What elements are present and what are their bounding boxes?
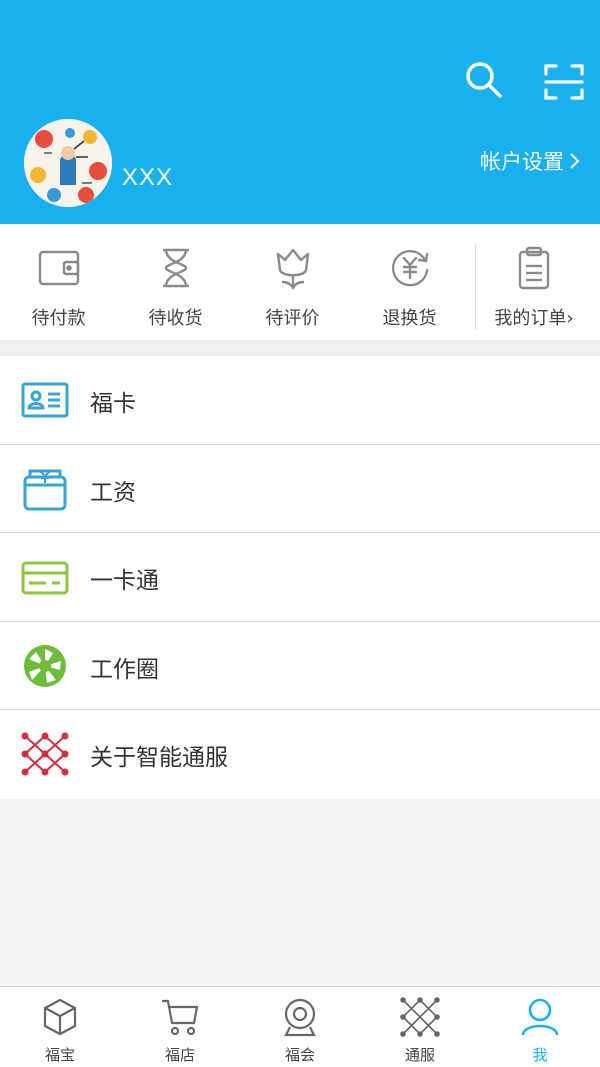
chevron-right-icon: › [566, 308, 574, 329]
order-returns[interactable]: 退换货 [351, 224, 468, 340]
network-icon [21, 732, 69, 776]
id-card-icon [21, 382, 69, 418]
my-orders-link[interactable]: 我的订单› [468, 224, 600, 340]
order-pending-review[interactable]: 待评价 [234, 224, 351, 340]
order-label: 待收货 [148, 308, 203, 329]
tab-fuhui[interactable]: 福会 [240, 987, 360, 1067]
tab-tongfu[interactable]: 通服 [360, 987, 480, 1067]
menu-list: 福卡 工资 一卡通 工作圈 关于智能通服 [0, 356, 600, 799]
avatar[interactable] [24, 119, 112, 207]
card-icon [21, 561, 69, 595]
username: XXX [122, 164, 174, 191]
wallet-yuan-icon [23, 469, 67, 510]
tab-label: 福会 [284, 1046, 315, 1064]
cube-icon [43, 998, 77, 1036]
menu-item-label: 关于智能通服 [90, 745, 228, 771]
aperture-icon [24, 644, 66, 687]
cart-icon [162, 999, 199, 1036]
profile-header: XXX 帐户设置 [0, 0, 600, 224]
user-icon [521, 998, 559, 1036]
menu-item-salary[interactable]: 工资 [0, 445, 600, 533]
hourglass-icon [162, 248, 189, 288]
tab-fubao[interactable]: 福宝 [0, 987, 120, 1067]
order-status-bar: 待付款 待收货 待评价 退换货 我的订单› [0, 224, 600, 340]
order-pending-receipt[interactable]: 待收货 [117, 224, 234, 340]
order-label: 我的订单› [494, 308, 574, 329]
network-icon [400, 997, 440, 1037]
order-label: 待付款 [31, 308, 86, 329]
menu-item-label: 工资 [90, 479, 136, 506]
menu-item-about[interactable]: 关于智能通服 [0, 710, 600, 799]
menu-item-fuka[interactable]: 福卡 [0, 356, 600, 445]
section-gap [0, 340, 600, 356]
wallet-icon [38, 250, 79, 286]
menu-item-one-card[interactable]: 一卡通 [0, 533, 600, 622]
order-pending-payment[interactable]: 待付款 [0, 224, 117, 340]
account-settings-label: 帐户设置 [480, 150, 564, 174]
menu-item-label: 一卡通 [90, 568, 159, 594]
bottom-tab-bar: 福宝 福店 福会 通服 我 [0, 986, 600, 1067]
order-label: 退换货 [382, 308, 437, 329]
tab-label: 福宝 [44, 1046, 75, 1064]
tab-label: 福店 [164, 1046, 195, 1064]
menu-item-work-circle[interactable]: 工作圈 [0, 622, 600, 710]
scan-icon[interactable] [542, 60, 586, 104]
menu-item-label: 福卡 [90, 391, 136, 417]
yuan-return-icon [391, 250, 428, 287]
chevron-right-icon [570, 153, 580, 169]
tab-label: 我 [532, 1046, 548, 1064]
tab-fudian[interactable]: 福店 [120, 987, 240, 1067]
account-settings-link[interactable]: 帐户设置 [480, 146, 580, 176]
menu-item-label: 工作圈 [90, 656, 159, 683]
divider [475, 244, 476, 330]
webcam-icon [284, 998, 316, 1037]
order-label: 待评价 [265, 308, 320, 329]
tab-me[interactable]: 我 [480, 987, 600, 1067]
clipboard-icon [518, 246, 550, 290]
tab-label: 通服 [404, 1046, 435, 1064]
flower-icon [276, 248, 309, 290]
search-icon[interactable] [462, 58, 506, 102]
